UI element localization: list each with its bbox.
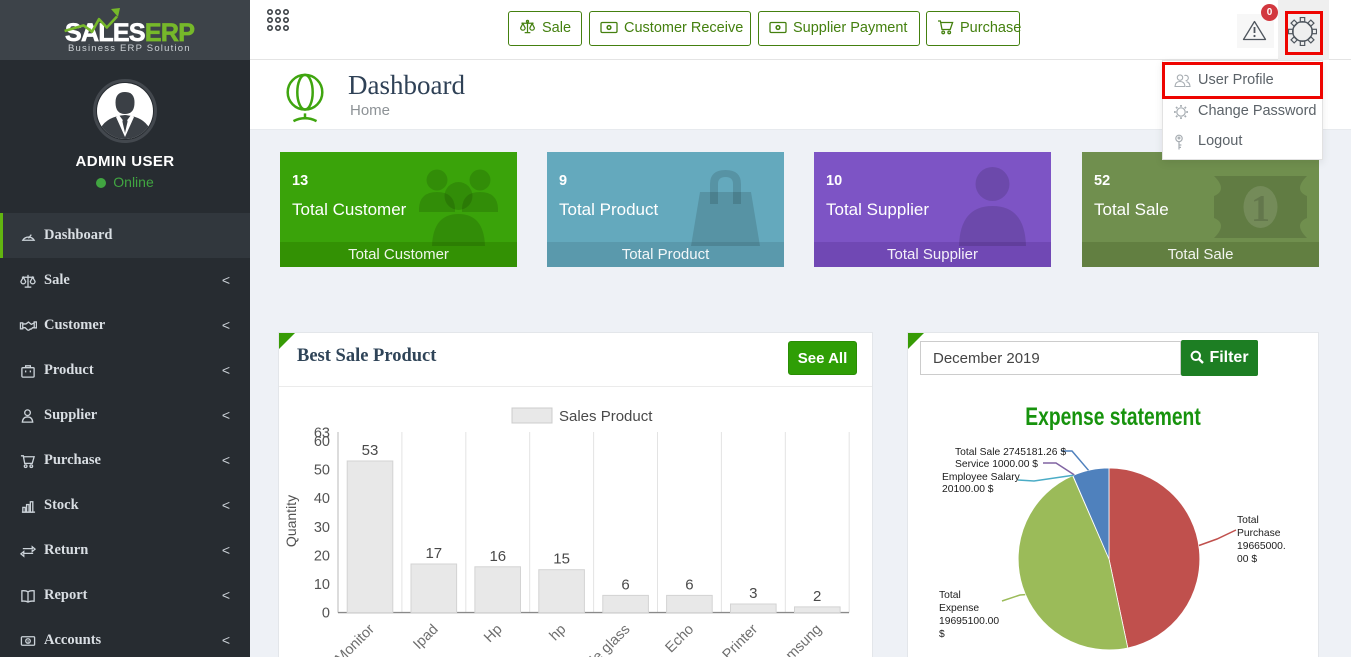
svg-text:6: 6	[685, 576, 693, 593]
svg-text:16: 16	[489, 548, 506, 565]
svg-text:00 $: 00 $	[1237, 554, 1257, 565]
svg-text:40: 40	[314, 491, 330, 507]
svg-text:Quantity: Quantity	[283, 495, 299, 547]
svg-text:Samsung: Samsung	[770, 622, 825, 657]
svg-text:Total: Total	[939, 590, 961, 601]
svg-text:Monitor: Monitor	[332, 621, 378, 657]
svg-text:Ipad: Ipad	[410, 622, 441, 653]
svg-text:hp: hp	[547, 622, 570, 645]
svg-text:Service 1000.00 $: Service 1000.00 $	[955, 459, 1038, 470]
svg-text:1: 1	[1251, 188, 1270, 230]
svg-text:Sales Product: Sales Product	[559, 408, 653, 425]
svg-text:Google glass: Google glass	[562, 622, 633, 657]
svg-text:3: 3	[749, 585, 757, 602]
svg-text:17: 17	[425, 545, 442, 562]
svg-text:30: 30	[314, 520, 330, 536]
svg-text:15: 15	[553, 551, 570, 568]
svg-text:$: $	[939, 629, 945, 640]
svg-text:Hp: Hp	[481, 622, 505, 646]
svg-text:Total Sale 2745181.26 $: Total Sale 2745181.26 $	[955, 447, 1066, 458]
svg-text:Printer: Printer	[720, 621, 762, 657]
svg-text:6: 6	[621, 576, 629, 593]
svg-text:Total: Total	[1237, 515, 1259, 526]
svg-text:1: 1	[27, 639, 30, 645]
svg-text:2: 2	[813, 588, 821, 605]
svg-text:Expense: Expense	[939, 603, 979, 614]
svg-text:20100.00 $: 20100.00 $	[942, 484, 994, 495]
svg-text:0: 0	[322, 606, 330, 622]
svg-text:19665000.: 19665000.	[1237, 541, 1286, 552]
svg-text:20: 20	[314, 548, 330, 564]
svg-text:53: 53	[362, 442, 379, 459]
svg-text:19695100.00: 19695100.00	[939, 616, 999, 627]
svg-text:63: 63	[314, 425, 330, 441]
svg-text:10: 10	[314, 577, 330, 593]
svg-text:Echo: Echo	[663, 622, 698, 657]
svg-text:50: 50	[314, 463, 330, 479]
svg-text:Purchase: Purchase	[1237, 528, 1281, 539]
svg-text:Employee Salary: Employee Salary	[942, 472, 1021, 483]
